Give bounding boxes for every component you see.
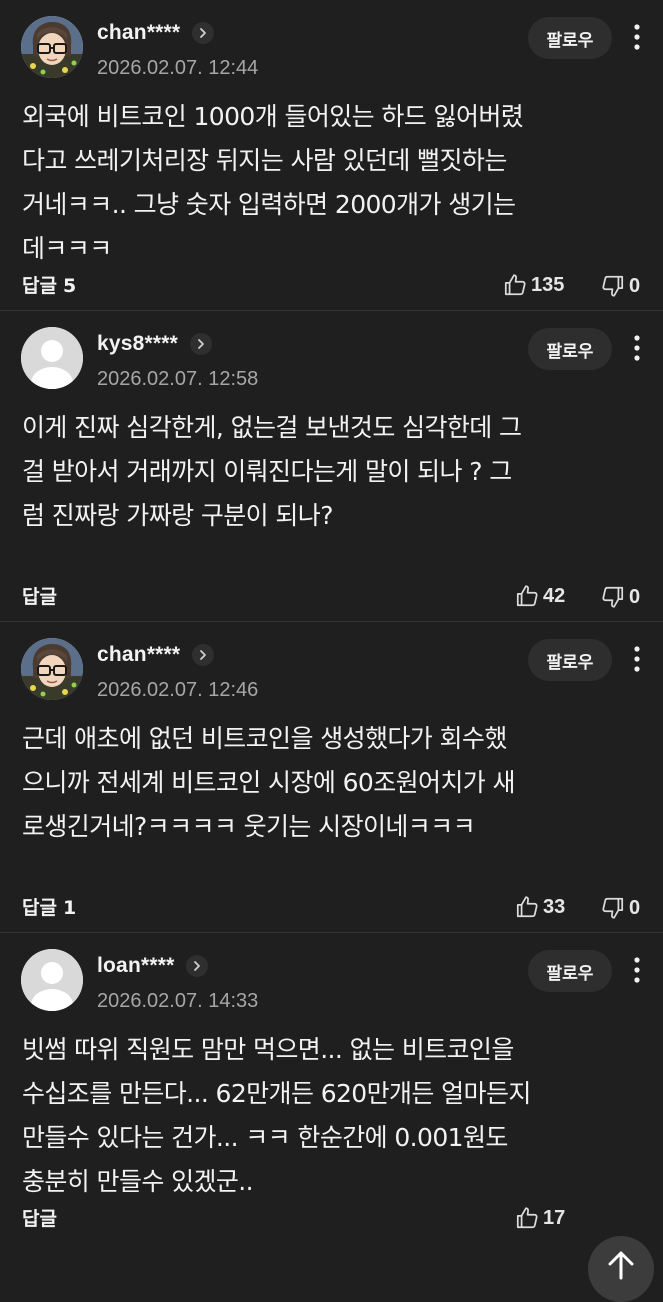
chevron-right-icon: [200, 28, 207, 38]
reply-button[interactable]: 답글: [22, 1205, 63, 1233]
comment-timestamp: 2026.02.07. 12:46: [97, 679, 259, 701]
like-count: 33: [543, 895, 566, 918]
username[interactable]: chan****: [97, 643, 180, 667]
dislike-count: 0: [629, 274, 641, 297]
reply-button[interactable]: 답글: [22, 583, 63, 611]
like-count: 135: [531, 273, 565, 296]
chevron-right-icon: [200, 650, 207, 660]
profile-chevron-button[interactable]: [192, 644, 215, 666]
thumbs-up-icon: [504, 274, 526, 296]
reply-button[interactable]: 답글 1: [22, 894, 76, 922]
thumbs-up-icon: [516, 585, 538, 607]
follow-button[interactable]: 팔로우: [528, 639, 612, 681]
thumbs-down-icon: [602, 586, 624, 608]
more-options-button[interactable]: [622, 328, 652, 368]
comment-body: 빗썸 따위 직원도 맘만 먹으면... 없는 비트코인을 수십조를 만든다...…: [22, 1035, 531, 1196]
comment-item: chan**** 2026.02.07. 12:44 팔로우 외국에 비트코인 …: [0, 0, 663, 311]
more-vertical-icon: [634, 957, 640, 983]
like-button[interactable]: 42: [514, 581, 565, 611]
thumbs-up-icon: [516, 1207, 538, 1229]
dislike-button[interactable]: 0: [600, 271, 640, 301]
follow-button[interactable]: 팔로우: [528, 17, 612, 59]
avatar[interactable]: [21, 16, 83, 78]
follow-button[interactable]: 팔로우: [528, 328, 612, 370]
thumbs-down-icon: [602, 897, 624, 919]
avatar[interactable]: [21, 327, 83, 389]
like-count: 42: [543, 584, 566, 607]
profile-chevron-button[interactable]: [192, 22, 215, 44]
dislike-button[interactable]: 0: [600, 893, 640, 923]
more-options-button[interactable]: [622, 639, 652, 679]
chevron-right-icon: [194, 961, 201, 971]
more-vertical-icon: [634, 646, 640, 672]
reply-label: 답글: [22, 275, 57, 297]
comment-body: 외국에 비트코인 1000개 들어있는 하드 잃어버렸 다고 쓰레기처리장 뒤지…: [22, 102, 524, 263]
comment-list: chan**** 2026.02.07. 12:44 팔로우 외국에 비트코인 …: [0, 0, 663, 1244]
reply-label: 답글: [22, 897, 57, 919]
like-button[interactable]: 135: [502, 270, 564, 300]
chevron-right-icon: [198, 339, 204, 349]
avatar[interactable]: [21, 638, 83, 700]
comment-body: 이게 진짜 심각한게, 없는걸 보낸것도 심각한데 그 걸 받아서 거래까지 이…: [22, 413, 522, 530]
more-vertical-icon: [634, 335, 640, 361]
username[interactable]: kys8****: [97, 332, 178, 356]
dislike-count: 0: [629, 585, 641, 608]
reply-label: 답글: [22, 1208, 57, 1230]
comment-timestamp: 2026.02.07. 12:44: [97, 57, 259, 79]
username[interactable]: chan****: [97, 21, 180, 45]
dislike-button[interactable]: 0: [600, 582, 640, 612]
like-button[interactable]: 33: [514, 892, 565, 922]
scroll-to-top-button[interactable]: [588, 1236, 654, 1302]
default-avatar-image: [21, 327, 83, 389]
default-avatar-image: [21, 949, 83, 1011]
comment-item: chan**** 2026.02.07. 12:46 팔로우 근데 애초에 없던…: [0, 622, 663, 933]
comment-item: loan**** 2026.02.07. 14:33 팔로우 빗썸 따위 직원도…: [0, 933, 663, 1244]
reply-label: 답글: [22, 586, 57, 608]
like-count: 17: [543, 1206, 566, 1229]
comment-timestamp: 2026.02.07. 12:58: [97, 368, 259, 390]
profile-chevron-button[interactable]: [186, 955, 209, 977]
avatar[interactable]: [21, 949, 83, 1011]
comment-body: 근데 애초에 없던 비트코인을 생성했다가 회수했 으니까 전세계 비트코인 시…: [22, 724, 516, 841]
more-vertical-icon: [634, 24, 640, 50]
dislike-count: 0: [629, 896, 641, 919]
arrow-up-icon: [608, 1251, 634, 1280]
cartoon-avatar-image: [21, 638, 83, 700]
profile-chevron-button[interactable]: [190, 333, 213, 355]
thumbs-up-icon: [516, 896, 538, 918]
reply-count: 1: [62, 897, 77, 919]
more-options-button[interactable]: [622, 950, 652, 990]
cartoon-avatar-image: [21, 16, 83, 78]
like-button[interactable]: 17: [514, 1203, 565, 1233]
reply-button[interactable]: 답글 5: [22, 272, 76, 300]
more-options-button[interactable]: [622, 17, 652, 57]
thumbs-down-icon: [602, 275, 624, 297]
follow-button[interactable]: 팔로우: [528, 950, 612, 992]
reply-count: 5: [62, 275, 77, 297]
username[interactable]: loan****: [97, 954, 174, 978]
comment-timestamp: 2026.02.07. 14:33: [97, 990, 259, 1012]
comment-item: kys8**** 2026.02.07. 12:58 팔로우 이게 진짜 심각한…: [0, 311, 663, 622]
